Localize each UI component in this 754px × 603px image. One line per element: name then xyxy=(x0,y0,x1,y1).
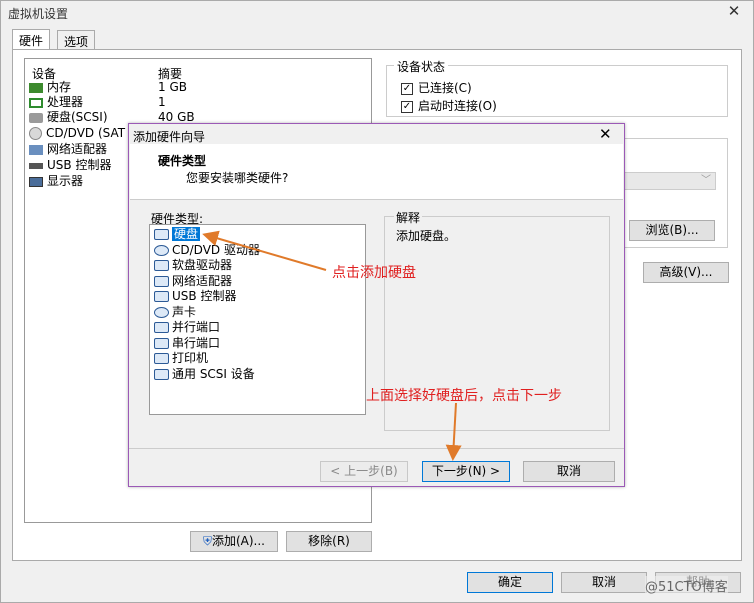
annotation-click-add-disk: 点击添加硬盘 xyxy=(332,265,416,281)
arrow-to-next xyxy=(445,402,462,461)
annotation-after-select: 上面选择好硬盘后，点击下一步 xyxy=(366,388,562,404)
arrow-to-harddisk xyxy=(202,230,327,271)
annotation-arrows xyxy=(202,230,462,461)
